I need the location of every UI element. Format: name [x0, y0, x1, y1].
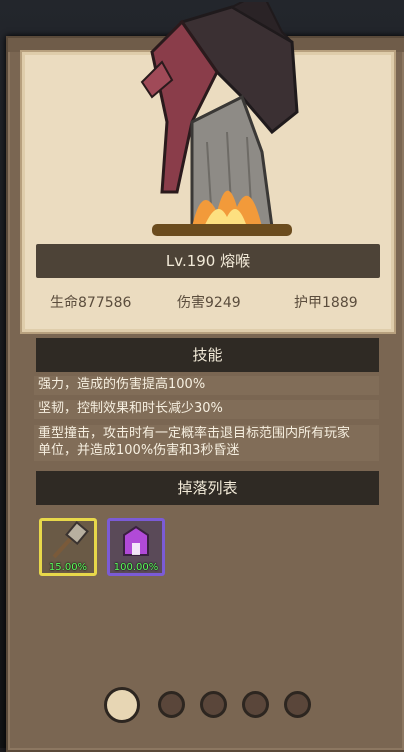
boss-damage-stat: 伤害9249 — [177, 295, 241, 311]
skill-item: 单位，并造成100%伤害和3秒昏迷 — [34, 442, 379, 461]
boss-stats: 生命877586 伤害9249 护甲1889 — [22, 292, 394, 316]
page-dot[interactable] — [200, 691, 227, 718]
boss-name-label: Lv.190 熔喉 — [36, 244, 380, 278]
skill-item: 强力，造成的伤害提高100% — [34, 376, 379, 395]
skills-header: 技能 — [36, 338, 379, 372]
purple-armor-icon — [123, 525, 149, 556]
skill-item: 重型撞击，攻击时有一定概率击退目标范围内所有玩家 — [34, 425, 379, 442]
drop-rate-label: 100.00% — [113, 562, 159, 573]
boss-card: Lv.190 熔喉 生命877586 伤害9249 护甲1889 — [20, 2, 396, 334]
page-dot[interactable] — [158, 691, 185, 718]
skill-item: 坚韧，控制效果和时长减少30% — [34, 400, 379, 419]
boss-portrait-icon — [140, 2, 299, 236]
boss-armor-stat: 护甲1889 — [294, 295, 358, 311]
page-dot[interactable] — [242, 691, 269, 718]
boss-hp-stat: 生命877586 — [50, 295, 132, 311]
page-dot[interactable] — [284, 691, 311, 718]
hammer-icon — [52, 520, 89, 559]
drop-item-purple-armor[interactable]: 100.00% — [107, 518, 165, 576]
drop-item-hammer[interactable]: 15.00% — [39, 518, 97, 576]
drop-rate-label: 15.00% — [48, 562, 88, 573]
page-dot-active[interactable] — [104, 687, 140, 723]
drops-header: 掉落列表 — [36, 471, 379, 505]
